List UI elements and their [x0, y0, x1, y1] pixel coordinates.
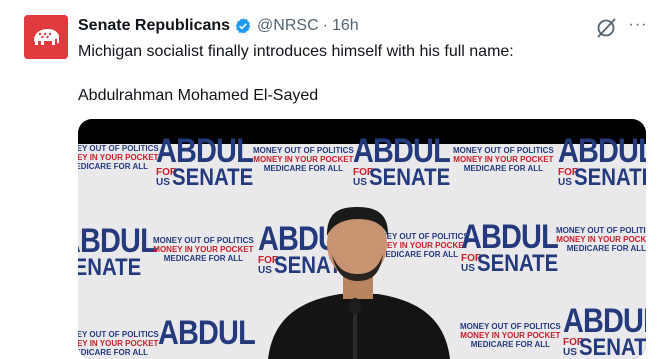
post-text-name: Abdulrahman Mohamed El-Sayed	[78, 87, 319, 104]
elephant-icon	[24, 15, 68, 59]
verified-badge-icon	[235, 18, 251, 34]
more-options-button[interactable]: ···	[627, 14, 649, 36]
timestamp[interactable]: 16h	[332, 17, 359, 35]
video-media[interactable]: MONEY OUT OF POLITICSMONEY IN YOUR POCKE…	[78, 119, 646, 359]
tweet-card[interactable]: Senate Republicans @NRSC · 16h ··· Michi…	[0, 0, 671, 359]
handle[interactable]: @NRSC	[257, 17, 319, 35]
speaker-figure	[268, 207, 450, 359]
avatar[interactable]	[24, 15, 68, 59]
tweet-header: Senate Republicans @NRSC · 16h	[78, 15, 359, 37]
display-name[interactable]: Senate Republicans	[78, 17, 230, 35]
separator-dot: ·	[322, 17, 328, 34]
grok-icon[interactable]	[594, 16, 618, 40]
post-text-line: Michigan socialist finally introduces hi…	[78, 43, 514, 60]
